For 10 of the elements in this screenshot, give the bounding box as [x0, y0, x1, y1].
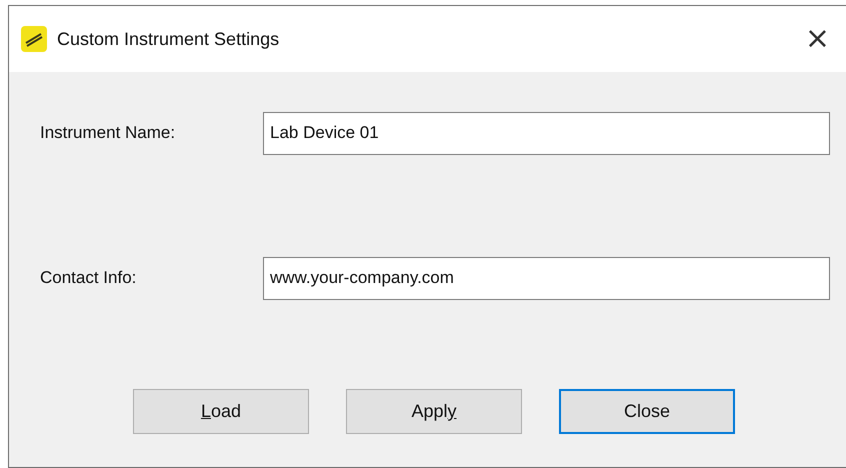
text-field[interactable]: Lab Device 01: [263, 112, 830, 154]
dialog-button[interactable]: Close: [559, 389, 735, 434]
text-field[interactable]: www.your-company.com: [263, 256, 830, 300]
field-label: Instrument Name:: [40, 123, 176, 143]
dialog-button[interactable]: Load: [133, 389, 309, 434]
field-label: Contact Info:: [40, 268, 138, 288]
close-button[interactable]: ×: [804, 24, 830, 54]
app-icon: [21, 26, 47, 52]
dialog-button[interactable]: Apply: [346, 389, 522, 434]
window-title: Custom Instrument Settings: [57, 28, 280, 50]
